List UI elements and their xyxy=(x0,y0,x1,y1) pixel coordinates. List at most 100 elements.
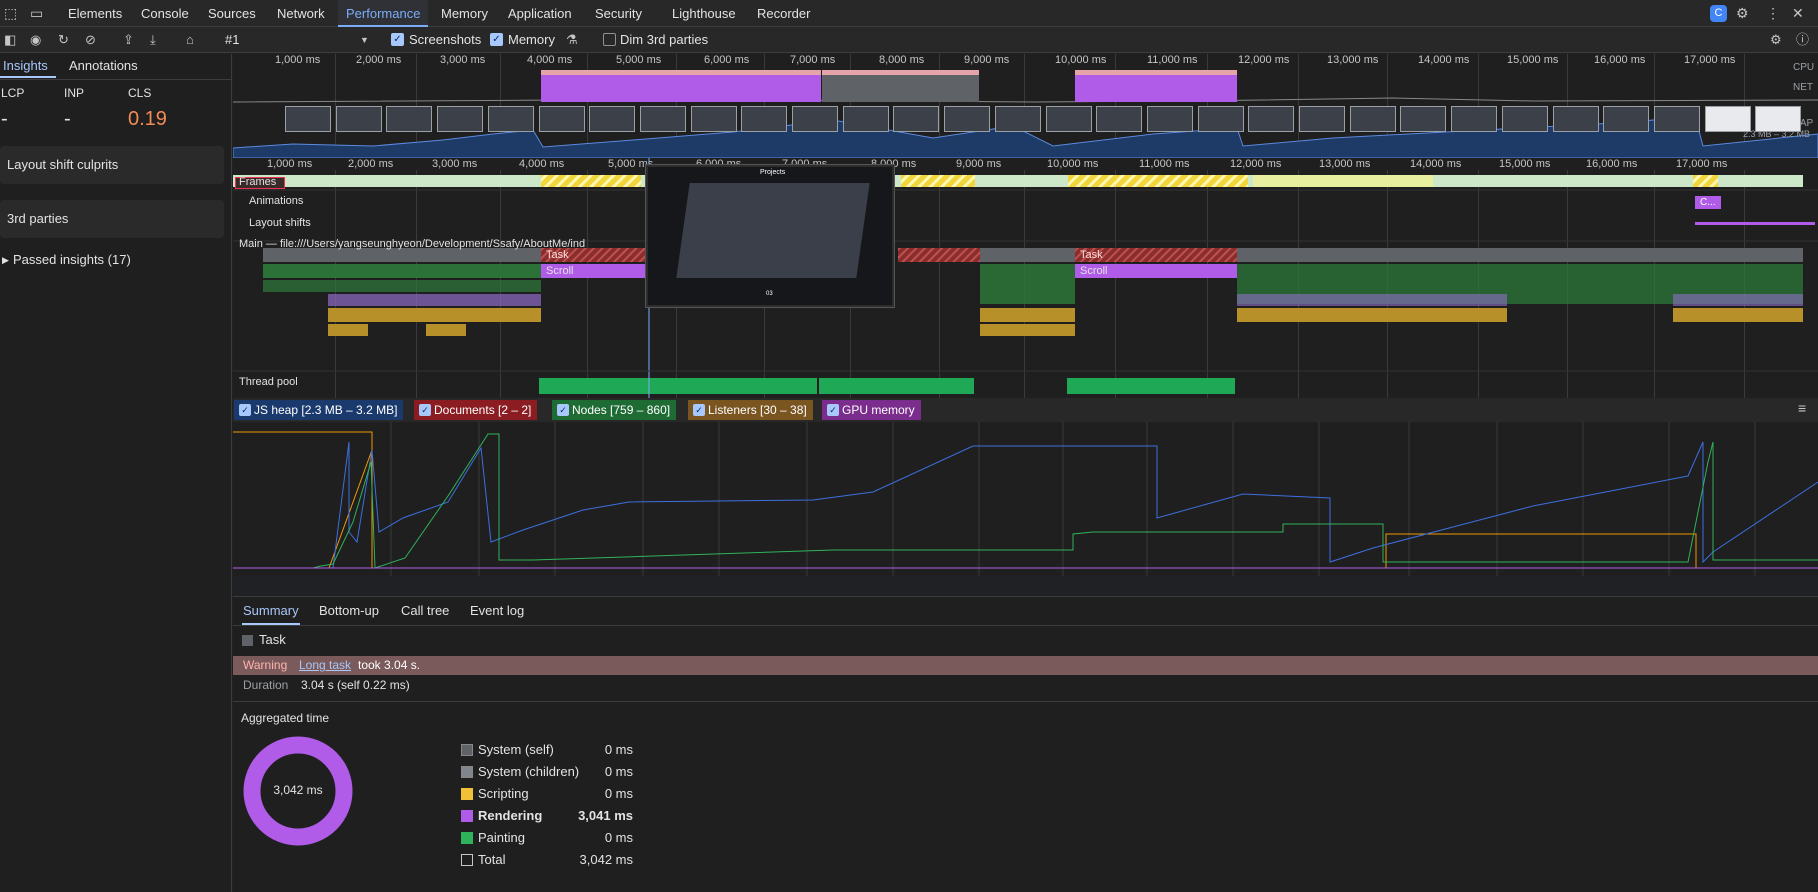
triangle-right-icon[interactable]: ▶ xyxy=(2,255,9,266)
screenshot-thumbnail[interactable] xyxy=(1248,106,1295,132)
task-block[interactable]: Task xyxy=(1080,249,1103,261)
divider xyxy=(233,701,1818,702)
listeners-counter[interactable]: ✓ Listeners [30 – 38] xyxy=(688,400,813,420)
screenshot-thumbnail[interactable] xyxy=(1349,106,1396,132)
nodes-counter[interactable]: ✓ Nodes [759 – 860] xyxy=(552,400,677,420)
layout-shift-culprits-card[interactable]: Layout shift culprits xyxy=(0,146,224,184)
capture-settings-icon[interactable]: ⚙ xyxy=(1770,27,1782,53)
inp-value: - xyxy=(64,108,71,130)
download-icon[interactable]: ⤓ xyxy=(150,27,156,53)
reload-record-icon[interactable]: ↻ xyxy=(58,27,69,53)
tab-sources[interactable]: Sources xyxy=(208,0,256,27)
flame-chart[interactable]: 1,000 ms 2,000 ms 3,000 ms 4,000 ms 5,000 ms… xyxy=(233,158,1818,398)
screenshot-thumbnail[interactable] xyxy=(1704,106,1751,132)
screenshot-thumbnail[interactable] xyxy=(335,106,382,132)
tab-network[interactable]: Network xyxy=(277,0,325,27)
animations-label[interactable]: Animations xyxy=(249,195,303,207)
legend-row: 3,042 ms Total xyxy=(233,849,633,871)
screenshot-thumbnail[interactable] xyxy=(1299,106,1345,132)
inspect-element-icon[interactable]: ⬚ xyxy=(4,0,17,27)
screenshot-thumbnail[interactable] xyxy=(1501,106,1548,132)
screenshot-thumbnail[interactable] xyxy=(1197,106,1244,132)
long-task-link[interactable]: Long task xyxy=(299,658,351,672)
scroll-block[interactable]: Scroll xyxy=(546,265,574,277)
animation-block[interactable]: C... xyxy=(1700,197,1716,208)
frames-label[interactable]: Frames xyxy=(239,176,276,188)
gpu-memory-counter[interactable]: ✓ GPU memory xyxy=(822,400,921,420)
layout-shifts-label[interactable]: Layout shifts xyxy=(249,217,311,229)
screenshot-thumbnail[interactable] xyxy=(538,106,585,132)
tab-event-log[interactable]: Event log xyxy=(470,597,524,625)
lcp-label: LCP xyxy=(1,86,25,100)
screenshot-thumbnail[interactable] xyxy=(1653,106,1700,132)
screenshot-thumbnail[interactable] xyxy=(487,106,534,132)
screenshot-thumbnail[interactable] xyxy=(690,106,737,132)
screenshot-thumbnail[interactable] xyxy=(893,106,940,132)
tab-security[interactable]: Security xyxy=(595,0,642,27)
devtools-tab-bar: ⬚ ▭ Elements Console Sources Network Per… xyxy=(0,0,1818,27)
menu-icon[interactable]: ≡ xyxy=(1798,400,1806,416)
aggregated-title: Aggregated time xyxy=(241,711,330,725)
memory-label: Memory xyxy=(508,32,555,47)
tab-summary[interactable]: Summary xyxy=(242,597,300,625)
clear-icon[interactable]: ⊘ xyxy=(85,27,96,53)
help-icon[interactable]: ⓘ xyxy=(1796,27,1809,53)
screenshot-thumbnail[interactable] xyxy=(1146,106,1193,132)
tab-elements[interactable]: Elements xyxy=(68,0,122,27)
tab-recorder[interactable]: Recorder xyxy=(757,0,810,27)
close-icon[interactable]: ✕ xyxy=(1792,0,1804,27)
tab-lighthouse[interactable]: Lighthouse xyxy=(672,0,736,27)
screenshot-thumbnail[interactable] xyxy=(1045,106,1092,132)
performance-toolbar: ◧ ◉ ↻ ⊘ ⇪ ⤓ ⌂ #1 ▼ ✓ Screenshots ✓ Memor… xyxy=(0,27,1818,53)
screenshot-thumbnail[interactable] xyxy=(437,106,484,132)
screenshot-thumbnail[interactable] xyxy=(792,106,838,132)
dim-3rd-parties-checkbox[interactable] xyxy=(603,33,616,46)
screenshot-thumbnail[interactable] xyxy=(944,106,991,132)
summary-title: Task xyxy=(259,632,286,647)
memory-checkbox[interactable]: ✓ xyxy=(490,33,503,46)
screenshot-thumbnail[interactable] xyxy=(1552,106,1599,132)
task-block[interactable]: Task xyxy=(546,249,569,261)
screenshot-thumbnail[interactable] xyxy=(589,106,636,132)
settings-icon[interactable]: ⚙ xyxy=(1736,0,1749,27)
js-heap-counter[interactable]: ✓ JS heap [2.3 MB – 3.2 MB] xyxy=(234,400,404,420)
screenshot-thumbnail[interactable] xyxy=(1603,106,1650,132)
recording-select[interactable]: #1 xyxy=(225,27,370,53)
tab-console[interactable]: Console xyxy=(141,0,189,27)
details-panel: Summary Bottom-up Call tree Event log Ta… xyxy=(233,596,1818,892)
legend-row: 0 ms Scripting xyxy=(233,783,633,805)
thread-pool-label[interactable]: Thread pool xyxy=(239,376,298,388)
home-icon[interactable]: ⌂ xyxy=(186,27,194,53)
screenshot-thumbnail[interactable] xyxy=(1096,106,1143,132)
screenshot-thumbnail[interactable] xyxy=(994,106,1041,132)
screenshot-thumbnail[interactable] xyxy=(285,106,331,132)
upload-icon[interactable]: ⇪ xyxy=(123,27,134,53)
record-icon[interactable]: ◉ xyxy=(30,27,41,53)
screenshots-checkbox[interactable]: ✓ xyxy=(391,33,404,46)
chevron-down-icon[interactable]: ▼ xyxy=(360,27,369,53)
passed-insights[interactable]: Passed insights (17) xyxy=(13,252,131,267)
tab-annotations[interactable]: Annotations xyxy=(69,54,138,78)
garbage-collect-icon[interactable]: ⚗ xyxy=(566,27,578,53)
main-thread-label[interactable]: Main — file:///Users/yangseunghyeon/Deve… xyxy=(239,238,585,250)
scroll-block[interactable]: Scroll xyxy=(1080,265,1108,277)
documents-counter[interactable]: ✓ Documents [2 – 2] xyxy=(414,400,538,420)
third-parties-card[interactable]: 3rd parties xyxy=(0,200,224,238)
tab-memory[interactable]: Memory xyxy=(441,0,488,27)
more-options-icon[interactable]: ⋮ xyxy=(1766,0,1780,27)
tab-bottom-up[interactable]: Bottom-up xyxy=(319,597,379,625)
tab-application[interactable]: Application xyxy=(508,0,572,27)
tab-insights[interactable]: Insights xyxy=(0,54,56,78)
screenshot-thumbnail[interactable] xyxy=(639,106,686,132)
device-toolbar-icon[interactable]: ▭ xyxy=(30,0,43,27)
screenshot-thumbnail[interactable] xyxy=(1451,106,1498,132)
screenshot-thumbnail[interactable] xyxy=(1755,106,1802,132)
screenshot-thumbnail[interactable] xyxy=(741,106,788,132)
screenshot-thumbnail[interactable] xyxy=(842,106,889,132)
screenshot-thumbnail[interactable] xyxy=(1400,106,1447,132)
tab-call-tree[interactable]: Call tree xyxy=(401,597,449,625)
screenshot-thumbnail[interactable] xyxy=(386,106,433,132)
extension-icon[interactable]: C xyxy=(1710,5,1727,22)
tab-performance[interactable]: Performance xyxy=(338,0,429,27)
sidebar-toggle-icon[interactable]: ◧ xyxy=(4,27,16,53)
